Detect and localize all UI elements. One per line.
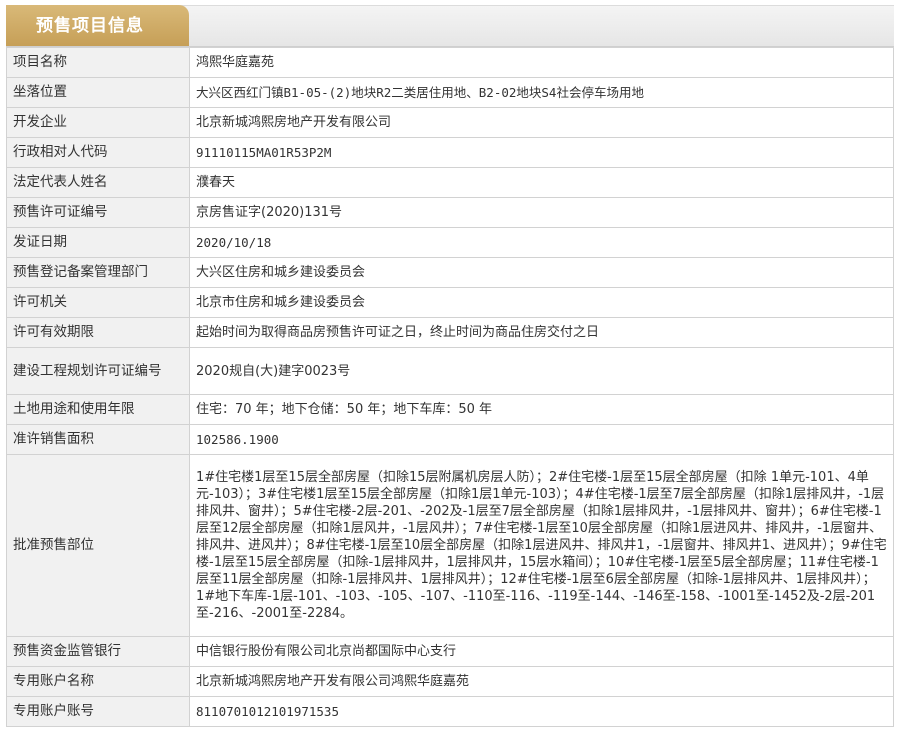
table-row: 预售许可证编号 京房售证字(2020)131号 <box>6 197 894 228</box>
row-value: 大兴区住房和城乡建设委员会 <box>189 257 894 288</box>
row-value: 北京新城鸿熙房地产开发有限公司鸿熙华庭嘉苑 <box>189 666 894 697</box>
table-row: 项目名称 鸿熙华庭嘉苑 <box>6 47 894 78</box>
panel-header: 预售项目信息 <box>6 5 894 47</box>
table-row: 土地用途和使用年限 住宅：70 年；地下仓储：50 年；地下车库：50 年 <box>6 394 894 425</box>
row-label: 预售许可证编号 <box>6 197 190 228</box>
table-row: 许可机关 北京市住房和城乡建设委员会 <box>6 287 894 318</box>
table-row: 法定代表人姓名 濮春天 <box>6 167 894 198</box>
row-label: 法定代表人姓名 <box>6 167 190 198</box>
table-row: 建设工程规划许可证编号 2020规自(大)建字0023号 <box>6 347 894 395</box>
row-value: 大兴区西红门镇B1-05-(2)地块R2二类居住用地、B2-02地块S4社会停车… <box>189 77 894 108</box>
row-label: 批准预售部位 <box>6 454 190 637</box>
row-label: 坐落位置 <box>6 77 190 108</box>
table-row: 发证日期 2020/10/18 <box>6 227 894 258</box>
presale-info-table: 项目名称 鸿熙华庭嘉苑 坐落位置 大兴区西红门镇B1-05-(2)地块R2二类居… <box>6 47 894 727</box>
row-label: 发证日期 <box>6 227 190 258</box>
row-value: 2020/10/18 <box>189 227 894 258</box>
row-value: 起始时间为取得商品房预售许可证之日，终止时间为商品住房交付之日 <box>189 317 894 348</box>
table-row: 准许销售面积 102586.1900 <box>6 424 894 455</box>
row-label: 预售资金监管银行 <box>6 636 190 667</box>
table-row: 行政相对人代码 91110115MA01R53P2M <box>6 137 894 168</box>
row-label: 预售登记备案管理部门 <box>6 257 190 288</box>
row-label: 准许销售面积 <box>6 424 190 455</box>
row-value: 8110701012101971535 <box>189 696 894 727</box>
row-value: 91110115MA01R53P2M <box>189 137 894 168</box>
row-value: 1#住宅楼1层至15层全部房屋（扣除15层附属机房层人防）；2#住宅楼-1层至1… <box>189 454 894 637</box>
row-value: 濮春天 <box>189 167 894 198</box>
row-value: 中信银行股份有限公司北京尚都国际中心支行 <box>189 636 894 667</box>
table-row: 开发企业 北京新城鸿熙房地产开发有限公司 <box>6 107 894 138</box>
table-row: 预售登记备案管理部门 大兴区住房和城乡建设委员会 <box>6 257 894 288</box>
row-value: 北京市住房和城乡建设委员会 <box>189 287 894 318</box>
table-row: 批准预售部位 1#住宅楼1层至15层全部房屋（扣除15层附属机房层人防）；2#住… <box>6 454 894 637</box>
row-value: 鸿熙华庭嘉苑 <box>189 47 894 78</box>
row-value: 住宅：70 年；地下仓储：50 年；地下车库：50 年 <box>189 394 894 425</box>
row-value: 102586.1900 <box>189 424 894 455</box>
row-label: 土地用途和使用年限 <box>6 394 190 425</box>
table-row: 许可有效期限 起始时间为取得商品房预售许可证之日，终止时间为商品住房交付之日 <box>6 317 894 348</box>
row-label: 行政相对人代码 <box>6 137 190 168</box>
table-row: 专用账户名称 北京新城鸿熙房地产开发有限公司鸿熙华庭嘉苑 <box>6 666 894 697</box>
row-value: 2020规自(大)建字0023号 <box>189 347 894 395</box>
row-value: 京房售证字(2020)131号 <box>189 197 894 228</box>
row-label: 项目名称 <box>6 47 190 78</box>
presale-info-panel: 预售项目信息 项目名称 鸿熙华庭嘉苑 坐落位置 大兴区西红门镇B1-05-(2)… <box>6 5 894 727</box>
row-label: 许可有效期限 <box>6 317 190 348</box>
panel-title-tab: 预售项目信息 <box>6 5 189 46</box>
row-label: 专用账户账号 <box>6 696 190 727</box>
table-row: 预售资金监管银行 中信银行股份有限公司北京尚都国际中心支行 <box>6 636 894 667</box>
row-value: 北京新城鸿熙房地产开发有限公司 <box>189 107 894 138</box>
row-label: 专用账户名称 <box>6 666 190 697</box>
table-row: 专用账户账号 8110701012101971535 <box>6 696 894 727</box>
row-label: 许可机关 <box>6 287 190 318</box>
row-label: 开发企业 <box>6 107 190 138</box>
row-label: 建设工程规划许可证编号 <box>6 347 190 395</box>
table-row: 坐落位置 大兴区西红门镇B1-05-(2)地块R2二类居住用地、B2-02地块S… <box>6 77 894 108</box>
